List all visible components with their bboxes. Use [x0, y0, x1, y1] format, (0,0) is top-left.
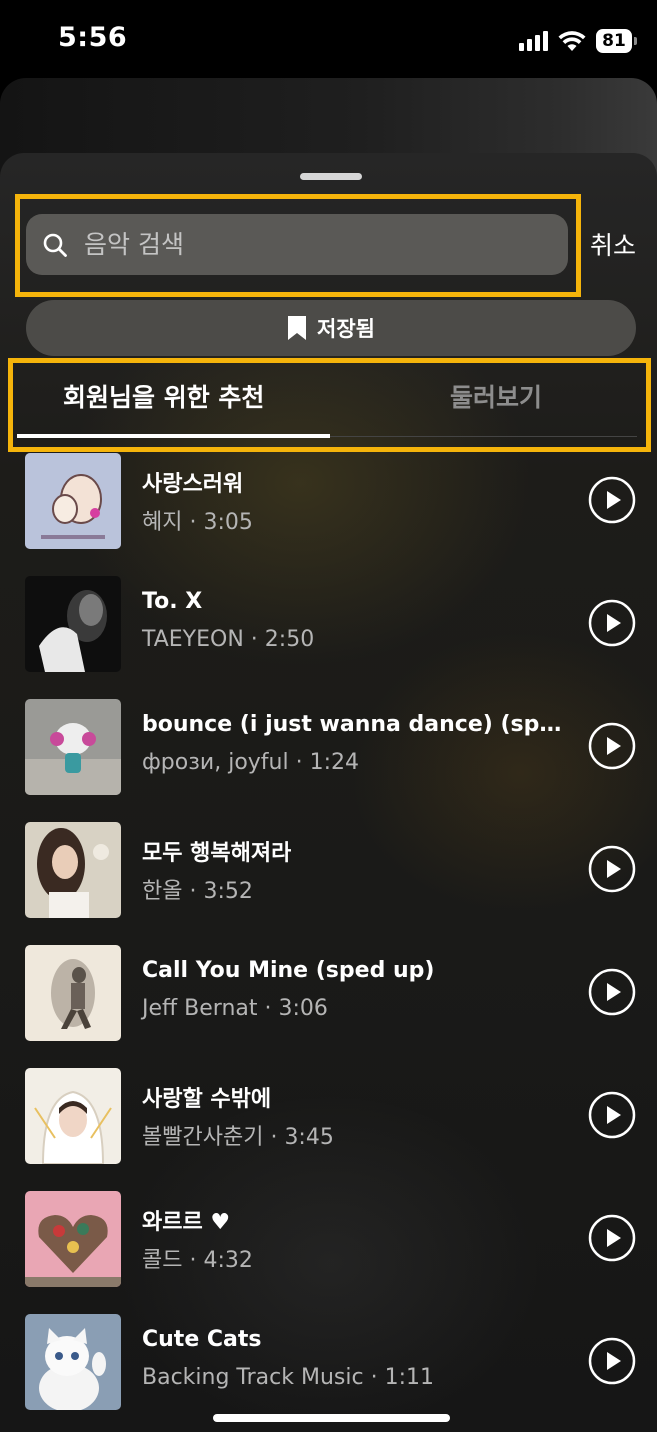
- song-title: bounce (i just wanna dance) (sped...: [142, 712, 562, 737]
- cellular-signal-icon: [519, 31, 548, 51]
- music-picker-sheet: 취소 저장됨 회원님을 위한 추천 둘러보기: [0, 153, 657, 1432]
- song-meta: фрози, joyful · 1:24: [142, 750, 359, 775]
- battery-icon: 81: [596, 29, 637, 53]
- song-row[interactable]: 모두 행복해져라 한올 · 3:52: [0, 819, 657, 919]
- cancel-button[interactable]: 취소: [590, 226, 636, 262]
- song-duration: 1:24: [309, 750, 359, 775]
- saved-button[interactable]: 저장됨: [26, 300, 636, 356]
- song-artist: Backing Track Music: [142, 1365, 364, 1390]
- album-art: [25, 453, 121, 549]
- song-artist: Jeff Bernat: [142, 996, 258, 1021]
- search-bar[interactable]: [26, 214, 568, 275]
- song-meta: 콜드 · 4:32: [142, 1248, 253, 1273]
- song-title: To. X: [142, 589, 203, 614]
- song-title: 사랑스러워: [142, 472, 244, 497]
- album-art: [25, 699, 121, 795]
- song-meta: 볼빨간사춘기 · 3:45: [142, 1125, 334, 1150]
- search-input[interactable]: [82, 229, 526, 260]
- tab-recommended[interactable]: 회원님을 위한 추천: [63, 378, 264, 414]
- status-icons: 81: [519, 26, 637, 56]
- play-icon[interactable]: [588, 1214, 636, 1262]
- play-icon[interactable]: [588, 599, 636, 647]
- song-duration: 2:50: [264, 627, 315, 652]
- song-duration: 3:52: [203, 879, 253, 904]
- song-artist: TAEYEON: [142, 627, 244, 652]
- album-art: [25, 945, 121, 1041]
- song-title: Cute Cats: [142, 1327, 262, 1352]
- song-title: Call You Mine (sped up): [142, 958, 435, 983]
- status-time: 5:56: [58, 22, 128, 53]
- wifi-icon: [558, 31, 586, 51]
- song-row[interactable]: 와르르 ♥ 콜드 · 4:32: [0, 1188, 657, 1288]
- play-icon[interactable]: [588, 968, 636, 1016]
- song-title: 사랑할 수밖에: [142, 1087, 272, 1112]
- song-row[interactable]: Cute Cats Backing Track Music · 1:11: [0, 1311, 657, 1411]
- song-artist: 콜드: [142, 1248, 183, 1273]
- song-artist: 혜지: [142, 510, 183, 535]
- album-art: [25, 1068, 121, 1164]
- album-art: [25, 822, 121, 918]
- song-meta: Jeff Bernat · 3:06: [142, 996, 328, 1021]
- bookmark-icon: [288, 316, 307, 340]
- album-art: [25, 576, 121, 672]
- song-duration: 3:06: [278, 996, 328, 1021]
- song-row[interactable]: 사랑스러워 혜지 · 3:05: [0, 450, 657, 550]
- play-icon[interactable]: [588, 1091, 636, 1139]
- play-icon[interactable]: [588, 722, 636, 770]
- song-row[interactable]: 사랑할 수밖에 볼빨간사춘기 · 3:45: [0, 1065, 657, 1165]
- song-row[interactable]: Call You Mine (sped up) Jeff Bernat · 3:…: [0, 942, 657, 1042]
- sheet-grabber[interactable]: [300, 173, 362, 180]
- play-icon[interactable]: [588, 476, 636, 524]
- song-meta: TAEYEON · 2:50: [142, 627, 315, 652]
- album-art: [25, 1314, 121, 1410]
- song-artist: 볼빨간사춘기: [142, 1125, 264, 1150]
- song-artist: 한올: [142, 879, 183, 904]
- song-meta: 한올 · 3:52: [142, 879, 253, 904]
- song-title: 모두 행복해져라: [142, 841, 292, 866]
- play-icon[interactable]: [588, 845, 636, 893]
- song-meta: 혜지 · 3:05: [142, 510, 253, 535]
- song-row[interactable]: bounce (i just wanna dance) (sped... фро…: [0, 696, 657, 796]
- song-meta: Backing Track Music · 1:11: [142, 1365, 434, 1390]
- song-artist: фрози, joyful: [142, 750, 289, 775]
- home-indicator: [213, 1414, 450, 1422]
- song-duration: 4:32: [203, 1248, 253, 1273]
- song-duration: 3:45: [284, 1125, 334, 1150]
- search-icon: [43, 233, 67, 257]
- tab-bar: 회원님을 위한 추천 둘러보기: [0, 360, 657, 438]
- saved-label: 저장됨: [317, 317, 375, 341]
- status-bar: 5:56 81: [0, 0, 657, 80]
- play-icon[interactable]: [588, 1337, 636, 1385]
- tab-browse[interactable]: 둘러보기: [450, 378, 542, 414]
- tab-selected-indicator: [17, 434, 330, 438]
- song-title: 와르르 ♥: [142, 1210, 231, 1235]
- song-duration: 1:11: [384, 1365, 434, 1390]
- album-art: [25, 1191, 121, 1287]
- song-row[interactable]: To. X TAEYEON · 2:50: [0, 573, 657, 673]
- song-duration: 3:05: [203, 510, 253, 535]
